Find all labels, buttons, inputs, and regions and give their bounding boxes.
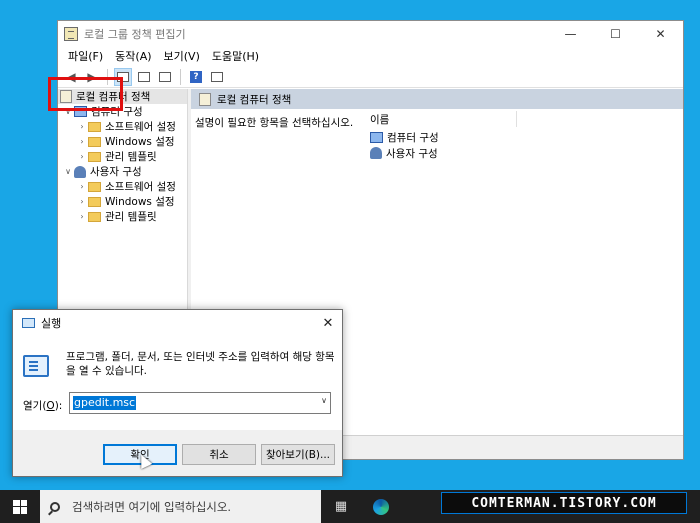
tree-item-label: Windows 설정: [105, 136, 175, 148]
tree-item-user-config[interactable]: ∨ 사용자 구성: [58, 164, 187, 179]
chevron-right-icon[interactable]: ›: [76, 197, 88, 206]
run-app-icon: [22, 318, 35, 328]
details-header: 로컬 컴퓨터 정책: [191, 89, 683, 109]
folder-icon: [88, 181, 101, 192]
action-pane-icon[interactable]: [208, 68, 226, 86]
chevron-right-icon[interactable]: ›: [76, 122, 88, 131]
tree-item-software-settings[interactable]: › 소프트웨어 설정: [58, 119, 187, 134]
toolbar-separator: [180, 68, 181, 85]
policy-doc-icon: [199, 92, 211, 106]
gpedit-app-icon: [64, 26, 78, 41]
help-icon[interactable]: ?: [187, 68, 205, 86]
open-input-value[interactable]: gpedit.msc: [73, 396, 137, 410]
folder-icon: [88, 136, 101, 147]
run-titlebar[interactable]: 실행 ✕: [13, 310, 342, 336]
list-item-user-config[interactable]: 사용자 구성: [360, 145, 683, 161]
details-header-title: 로컬 컴퓨터 정책: [217, 93, 292, 106]
chevron-down-icon[interactable]: ∨: [62, 167, 74, 176]
computer-icon: [370, 131, 383, 143]
folder-icon: [88, 121, 101, 132]
tree-item-user-admin-templates[interactable]: › 관리 템플릿: [58, 209, 187, 224]
column-separator[interactable]: [516, 111, 517, 127]
description-text: 설명이 필요한 항목을 선택하십시오.: [195, 117, 354, 129]
highlight-box: [48, 77, 123, 111]
column-name-label: 이름: [370, 113, 390, 126]
tree-item-label: Windows 설정: [105, 196, 175, 208]
list-column-header[interactable]: 이름: [360, 109, 683, 129]
start-button[interactable]: [0, 490, 40, 523]
list-item-label: 사용자 구성: [386, 147, 438, 160]
chevron-right-icon[interactable]: ›: [76, 137, 88, 146]
watermark: COMTERMAN.TISTORY.COM: [441, 492, 687, 514]
run-content: 프로그램, 폴더, 문서, 또는 인터넷 주소를 입력하여 해당 항목을 열 수…: [13, 336, 342, 430]
item-list: 이름 컴퓨터 구성 사용자 구성: [360, 109, 683, 459]
toolbar: ◀ ▶ ?: [58, 66, 683, 88]
export-list-icon[interactable]: [156, 68, 174, 86]
search-placeholder: 검색하려면 여기에 입력하십시오.: [72, 499, 232, 514]
menu-action[interactable]: 동작(A): [109, 48, 157, 64]
chevron-right-icon[interactable]: ›: [76, 212, 88, 221]
cancel-button[interactable]: 취소: [182, 444, 256, 465]
chevron-right-icon[interactable]: ›: [76, 182, 88, 191]
menu-help[interactable]: 도움말(H): [206, 48, 265, 64]
tree-item-label: 관리 템플릿: [105, 151, 157, 163]
edge-browser-icon[interactable]: [361, 490, 401, 523]
list-item-label: 컴퓨터 구성: [387, 131, 439, 144]
properties-icon[interactable]: [135, 68, 153, 86]
tree-item-windows-settings[interactable]: › Windows 설정: [58, 134, 187, 149]
minimize-icon[interactable]: —: [548, 21, 593, 46]
tree-item-user-windows-settings[interactable]: › Windows 설정: [58, 194, 187, 209]
open-combobox[interactable]: gpedit.msc ∨: [69, 392, 331, 414]
close-icon[interactable]: ✕: [638, 21, 683, 46]
windows-logo-icon: [13, 499, 27, 514]
run-icon: [23, 355, 49, 377]
gpedit-title: 로컬 그룹 정책 편집기: [84, 27, 186, 41]
tree-item-label: 소프트웨어 설정: [105, 121, 176, 133]
user-icon: [74, 165, 86, 178]
folder-icon: [88, 151, 101, 162]
close-icon[interactable]: ✕: [314, 316, 342, 331]
menu-view[interactable]: 보기(V): [158, 48, 206, 64]
chevron-right-icon[interactable]: ›: [76, 152, 88, 161]
tree-item-label: 관리 템플릿: [105, 211, 157, 223]
task-view-icon[interactable]: ▦: [321, 490, 361, 523]
run-description: 프로그램, 폴더, 문서, 또는 인터넷 주소를 입력하여 해당 항목을 열 수…: [66, 351, 335, 377]
run-dialog: 실행 ✕ 프로그램, 폴더, 문서, 또는 인터넷 주소를 입력하여 해당 항목…: [12, 309, 343, 477]
taskbar-search[interactable]: 검색하려면 여기에 입력하십시오.: [40, 490, 321, 523]
chevron-down-icon[interactable]: ∨: [321, 396, 327, 405]
open-label: 열기(O):: [23, 400, 63, 412]
tree-item-user-software-settings[interactable]: › 소프트웨어 설정: [58, 179, 187, 194]
gpedit-titlebar[interactable]: 로컬 그룹 정책 편집기 — ☐ ✕: [58, 21, 683, 46]
search-icon: [50, 501, 60, 512]
user-icon: [370, 147, 382, 159]
maximize-icon[interactable]: ☐: [593, 21, 638, 46]
tree-item-admin-templates[interactable]: › 관리 템플릿: [58, 149, 187, 164]
tree-item-label: 사용자 구성: [90, 166, 142, 178]
list-item-computer-config[interactable]: 컴퓨터 구성: [360, 129, 683, 145]
run-title: 실행: [41, 317, 62, 330]
tree-item-label: 소프트웨어 설정: [105, 181, 176, 193]
folder-icon: [88, 196, 101, 207]
browse-button[interactable]: 찾아보기(B)...: [261, 444, 335, 465]
menu-file[interactable]: 파일(F): [62, 48, 109, 64]
menubar: 파일(F) 동작(A) 보기(V) 도움말(H): [58, 46, 683, 66]
folder-icon: [88, 211, 101, 222]
